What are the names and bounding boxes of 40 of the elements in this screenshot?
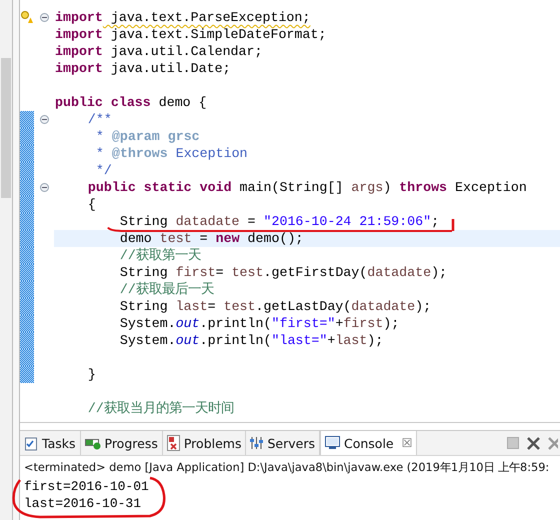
code-line: System.out.println("first="+first); [118,317,400,330]
code-line: */ [94,164,112,177]
collapse-icon[interactable] [40,183,48,192]
remove-icon[interactable] [527,436,540,450]
code-line: * @param grsc [94,130,200,143]
code-line: * @throws Exception [94,147,248,160]
sliders-icon [250,436,264,450]
code-line: } [86,368,96,381]
console-header: <terminated> demo [Java Application] D:\Java\java8\bin\javaw.exe (2019年1月10日 上午8:59: [23,460,550,476]
code-line: { [86,198,96,211]
console-output: last=2016-10-31 [24,496,142,511]
collapse-icon[interactable] [40,115,48,124]
code-line: demo test = new demo(); [118,232,304,245]
collapse-icon[interactable] [40,13,48,22]
console-output: first=2016-10-01 [24,479,149,494]
remove-all-icon[interactable] [548,436,558,450]
code-line: import java.util.Calendar; [54,45,262,58]
code-line: String last= test.getLastDay(datadate); [118,300,432,313]
code-line: String first= test.getFirstDay(datadate); [118,266,448,279]
code-line: import java.util.Date; [54,62,231,75]
code-line: String datadate = "2016-10-24 21:59:06"; [118,215,440,228]
progress-bar-icon [84,436,100,450]
code-line: public class demo { [54,96,207,109]
monitor-icon [325,436,340,450]
clipboard-icon [24,436,38,450]
code-line: //获取最后一天 [118,283,214,296]
code-line: public static void main(String[] args) throws Exception [86,181,527,194]
code-line: System.out.println("last="+last); [118,334,384,347]
code-line: import java.text.ParseException; [54,11,310,24]
view-tab[interactable]: Problems [162,431,246,455]
error-document-icon [166,435,180,451]
code-line: import java.text.SimpleDateFormat; [54,28,326,41]
view-tab[interactable]: Progress [80,431,163,455]
code-line: //获取当月的第一天时间 [86,402,234,415]
view-tab[interactable]: Tasks [20,431,80,455]
close-icon[interactable]: ☒ [402,436,412,450]
tick-stroke [452,219,454,231]
code-line: //获取第一天 [118,249,201,262]
code-line: /** [86,113,112,126]
view-tab[interactable]: Console ☒ [320,431,418,455]
